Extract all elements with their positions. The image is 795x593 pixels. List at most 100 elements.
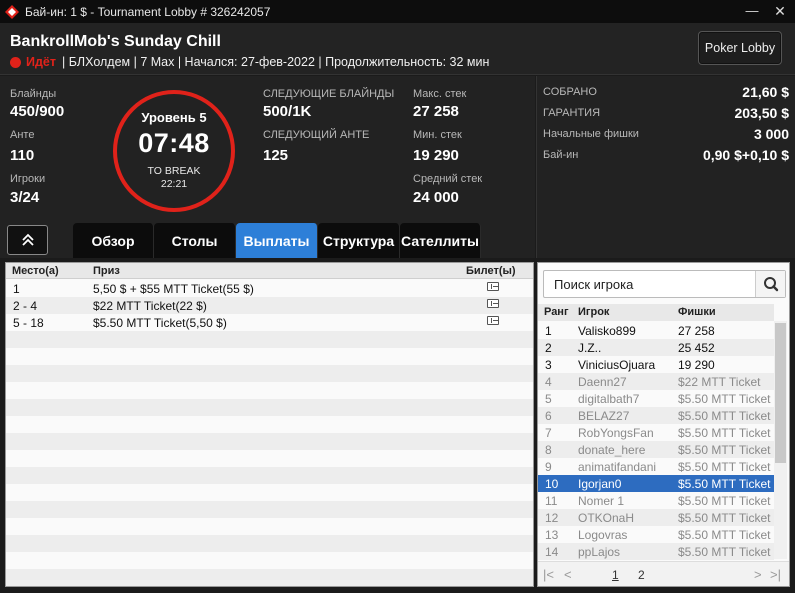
next-blinds-value: 500/1K (263, 103, 312, 120)
player-row[interactable]: 13 Logovras $5.50 MTT Ticket (538, 526, 774, 543)
prev-page-icon[interactable]: < (564, 567, 572, 582)
payout-row (6, 450, 533, 467)
prize-pool-panel: СОБРАНО 21,60 $ ГАРАНТИЯ 203,50 $ Началь… (536, 76, 795, 258)
player-row[interactable]: 1 Valisko899 27 258 (538, 322, 774, 339)
payout-row (6, 433, 533, 450)
ticket-icon (487, 299, 499, 308)
page-2-link[interactable]: 2 (638, 568, 645, 582)
player-row[interactable]: 14 ppLajos $5.50 MTT Ticket (538, 543, 774, 560)
player-chips: 19 290 (678, 358, 715, 372)
avg-stack-label: Средний стек (413, 173, 483, 185)
min-stack-label: Мин. стек (413, 129, 462, 141)
app-logo-icon (5, 4, 19, 19)
player-row[interactable]: 6 BELAZ27 $5.50 MTT Ticket (538, 407, 774, 424)
player-rank: 10 (545, 477, 559, 491)
minimize-button[interactable]: — (742, 2, 762, 20)
next-page-icon[interactable]: > (754, 567, 762, 582)
payout-prize: $5.50 MTT Ticket(5,50 $) (93, 316, 227, 330)
player-chips: $5.50 MTT Ticket (678, 528, 771, 542)
first-page-icon[interactable]: |< (543, 567, 554, 582)
player-name: Logovras (578, 528, 628, 542)
player-chips: $5.50 MTT Ticket (678, 409, 771, 423)
player-name: ViniciusOjuara (578, 358, 656, 372)
payout-row: 2 - 4 $22 MTT Ticket(22 $) (6, 297, 533, 314)
collected-label: СОБРАНО (543, 86, 597, 98)
min-stack-value: 19 290 (413, 147, 459, 164)
player-name: OTKOnaH (578, 511, 635, 525)
player-chips: $5.50 MTT Ticket (678, 460, 771, 474)
player-rank: 8 (545, 443, 552, 457)
next-ante-value: 125 (263, 147, 289, 164)
tab-payouts[interactable]: Выплаты (236, 223, 318, 258)
level-timer: 07:48 (138, 128, 210, 158)
player-name: ppLajos (578, 545, 621, 559)
player-name: donate_here (578, 443, 646, 457)
avg-stack-value: 24 000 (413, 189, 459, 206)
tournament-info: Идёт | БЛХолдем | 7 Max | Начался: 27-фе… (10, 55, 489, 69)
player-row[interactable]: 8 donate_here $5.50 MTT Ticket (538, 441, 774, 458)
ante-value: 110 (10, 147, 35, 164)
ante-label: Анте (10, 129, 35, 141)
double-chevron-up-icon (21, 233, 34, 246)
payout-row (6, 501, 533, 518)
poker-lobby-button[interactable]: Poker Lobby (698, 31, 782, 65)
player-row[interactable]: 7 RobYongsFan $5.50 MTT Ticket (538, 424, 774, 441)
collapse-button[interactable] (7, 225, 48, 255)
player-rank: 1 (545, 324, 552, 338)
payout-row (6, 467, 533, 484)
search-button[interactable] (755, 271, 785, 297)
player-rank: 5 (545, 392, 552, 406)
player-column-header[interactable]: Игрок (578, 306, 609, 318)
payout-place: 1 (13, 282, 20, 296)
player-row[interactable]: 4 Daenn27 $22 MTT Ticket (538, 373, 774, 390)
tab-satellites[interactable]: Сателлиты (400, 223, 481, 258)
scrollbar-thumb[interactable] (775, 323, 786, 463)
collected-row: СОБРАНО 21,60 $ (543, 84, 789, 104)
level-label: Уровень 5 (141, 110, 207, 125)
players-header: Ранг Игрок Фишки (538, 304, 774, 321)
ticket-column-header[interactable]: Билет(ы) (466, 265, 516, 277)
buyin-label: Бай-ин (543, 149, 579, 161)
player-row[interactable]: 3 ViniciusOjuara 19 290 (538, 356, 774, 373)
player-name: J.Z.. (578, 341, 602, 355)
tab-bar: Обзор Столы Выплаты Структура Сателлиты (73, 223, 481, 258)
player-search-input[interactable] (544, 271, 754, 297)
close-button[interactable]: ✕ (770, 2, 790, 20)
player-row[interactable]: 2 J.Z.. 25 452 (538, 339, 774, 356)
tab-overview[interactable]: Обзор (73, 223, 154, 258)
max-stack-label: Макс. стек (413, 88, 467, 100)
starting-chips-row: Начальные фишки 3 000 (543, 126, 789, 146)
last-page-icon[interactable]: >| (770, 567, 781, 582)
collected-value: 21,60 $ (742, 84, 789, 100)
tab-tables[interactable]: Столы (154, 223, 236, 258)
tab-structure[interactable]: Структура (318, 223, 400, 258)
place-column-header[interactable]: Место(а) (12, 265, 59, 277)
rank-column-header[interactable]: Ранг (544, 306, 569, 318)
player-chips: $5.50 MTT Ticket (678, 426, 771, 440)
guarantee-value: 203,50 $ (734, 105, 790, 121)
player-row[interactable]: 10 Igorjan0 $5.50 MTT Ticket (538, 475, 774, 492)
payout-place: 5 - 18 (13, 316, 44, 330)
chips-column-header[interactable]: Фишки (678, 306, 716, 318)
player-chips: 27 258 (678, 324, 715, 338)
player-row[interactable]: 5 digitalbath7 $5.50 MTT Ticket (538, 390, 774, 407)
players-scrollbar[interactable] (774, 321, 787, 559)
player-rank: 13 (545, 528, 559, 542)
players-value: 3/24 (10, 189, 40, 206)
player-row[interactable]: 9 animatifandani $5.50 MTT Ticket (538, 458, 774, 475)
tournament-name: BankrollMob's Sunday Chill (10, 33, 221, 50)
payout-prize: 5,50 $ + $55 MTT Ticket(55 $) (93, 282, 254, 296)
player-rank: 12 (545, 511, 559, 525)
blinds-label: Блайнды (10, 88, 57, 100)
player-rank: 14 (545, 545, 559, 559)
player-chips: $5.50 MTT Ticket (678, 511, 771, 525)
prize-column-header[interactable]: Приз (93, 265, 120, 277)
player-chips: $5.50 MTT Ticket (678, 477, 771, 491)
payout-row (6, 484, 533, 501)
next-blinds-label: СЛЕДУЮЩИЕ БЛАЙНДЫ (263, 88, 395, 100)
player-row[interactable]: 12 OTKOnaH $5.50 MTT Ticket (538, 509, 774, 526)
starting-chips-value: 3 000 (753, 126, 789, 142)
player-row[interactable]: 11 Nomer 1 $5.50 MTT Ticket (538, 492, 774, 509)
page-1-link[interactable]: 1 (612, 568, 619, 582)
payout-row (6, 331, 533, 348)
